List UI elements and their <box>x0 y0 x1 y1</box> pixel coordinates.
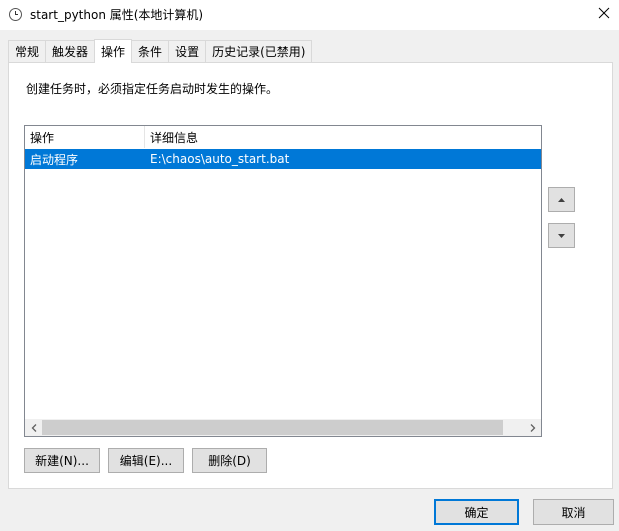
chevron-left-icon <box>31 423 36 432</box>
delete-button[interactable]: 删除(D) <box>192 448 267 473</box>
tab-general[interactable]: 常规 <box>8 40 47 62</box>
tab-conditions[interactable]: 条件 <box>131 40 170 62</box>
actions-panel: 创建任务时，必须指定任务启动时发生的操作。 操作 详细信息 启动程序 E:\ch… <box>8 62 613 489</box>
edit-button[interactable]: 编辑(E)... <box>108 448 184 473</box>
list-item-action: 启动程序 <box>30 152 79 167</box>
triangle-down-icon <box>558 233 565 238</box>
panel-description: 创建任务时，必须指定任务启动时发生的操作。 <box>26 82 279 96</box>
actions-list[interactable]: 操作 详细信息 启动程序 E:\chaos\auto_start.bat <box>24 125 542 437</box>
tab-triggers[interactable]: 触发器 <box>45 40 96 62</box>
tab-history[interactable]: 历史记录(已禁用) <box>205 40 313 62</box>
cancel-button[interactable]: 取消 <box>533 499 614 525</box>
move-up-button[interactable] <box>548 187 575 212</box>
tab-actions[interactable]: 操作 <box>94 39 133 63</box>
list-item[interactable]: 启动程序 E:\chaos\auto_start.bat <box>25 149 541 169</box>
title-bar: start_python 属性(本地计算机) <box>0 0 619 30</box>
column-header-details[interactable]: 详细信息 <box>145 126 541 148</box>
scroll-right-button[interactable] <box>524 419 541 436</box>
properties-window: start_python 属性(本地计算机) 常规 触发器 操作 条件 设置 历… <box>0 0 619 531</box>
chevron-right-icon <box>530 423 535 432</box>
column-header-action[interactable]: 操作 <box>25 126 145 148</box>
scroll-thumb[interactable] <box>42 420 503 435</box>
ok-button[interactable]: 确定 <box>434 499 519 525</box>
tab-strip: 常规 触发器 操作 条件 设置 历史记录(已禁用) <box>8 39 313 63</box>
list-header: 操作 详细信息 <box>25 126 541 148</box>
close-icon <box>598 7 610 19</box>
new-button[interactable]: 新建(N)... <box>24 448 100 473</box>
tab-settings[interactable]: 设置 <box>168 40 207 62</box>
triangle-up-icon <box>558 197 565 202</box>
list-item-details: E:\chaos\auto_start.bat <box>150 152 290 166</box>
horizontal-scrollbar[interactable] <box>25 419 541 436</box>
clock-icon <box>9 8 22 21</box>
window-title: start_python 属性(本地计算机) <box>30 8 204 22</box>
move-down-button[interactable] <box>548 223 575 248</box>
close-button[interactable] <box>589 0 619 26</box>
scroll-left-button[interactable] <box>25 419 42 436</box>
